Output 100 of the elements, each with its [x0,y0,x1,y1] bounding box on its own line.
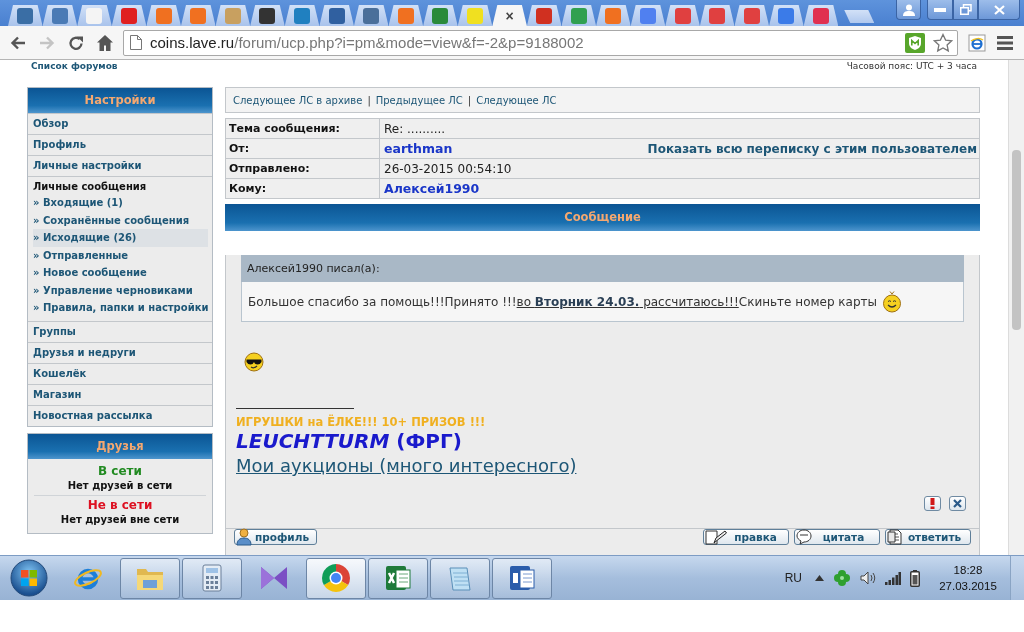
smiley-icon [881,290,904,313]
document-icon [887,529,903,545]
address-text: coins.lave.ru/forum/ucp.php?i=pm&mode=view&f=-2&p=9188002 [150,34,585,51]
taskbar-app-button[interactable] [120,557,180,599]
bookmark-star-button[interactable] [933,32,953,53]
shield-icon [905,32,925,53]
panel-header: Друзья [28,433,212,459]
user-icon [902,3,915,16]
address-bar[interactable]: coins.lave.ru/forum/ucp.php?i=pm&mode=view&f=-2&p=9188002 [123,29,958,56]
menu-icon [997,35,1013,50]
close-button[interactable] [978,0,1020,20]
profile-button[interactable]: профиль [234,529,317,545]
quote-link[interactable]: во Вторник 24.03. рассчитаюсь!!! [516,294,739,309]
cross-icon [953,499,962,508]
taskbar-app-button[interactable] [306,557,366,599]
nav-link[interactable]: Предыдущее ЛС [375,94,463,106]
sidebar-subitem[interactable]: » Правила, папки и настройки [33,299,208,317]
taskbar-app-button[interactable] [492,557,552,599]
caret-up-icon [815,575,824,581]
sidebar-item[interactable]: Друзья и недруги [28,341,212,363]
taskbar-app-button[interactable] [368,557,428,599]
edit-button[interactable]: правка [703,529,789,545]
minimize-icon [934,7,946,12]
header-value: 26-03-2015 00:54:10 [384,161,512,176]
speaker-icon [860,571,876,585]
quote-button[interactable]: цитата [794,529,880,545]
brand-text: LEUCHTTURM (ФРГ) [236,429,463,453]
sidebar-subitem[interactable]: » Входящие (1) [33,194,208,212]
quote-author: Алексей1990 писал(а): [241,255,964,282]
language-indicator[interactable]: RU [784,571,802,585]
promo-text: ИГРУШКИ на ЁЛКЕ!!! 10+ ПРИЗОВ !!! [236,415,487,429]
auctions-link[interactable]: Мои аукционы (много интересного) [236,453,577,479]
taskbar-app-button[interactable] [430,557,490,599]
friends-note: Нет друзей в сети [66,478,174,493]
friends-note: Нет друзей вне сети [59,512,181,527]
scrollbar[interactable] [1008,60,1024,555]
signal-icon [885,571,901,585]
star-icon [933,32,953,53]
globe-e-icon [968,33,986,52]
header-label: Тема сообщения: [226,119,380,138]
pencil-icon [705,529,727,545]
sidebar-item[interactable]: Обзор [28,113,212,134]
sidebar-item[interactable]: Профиль [28,134,212,155]
header-value: Re: .......... [384,121,446,136]
sidebar-subitem[interactable]: » Отправленные [33,246,208,264]
friends-status: Не в сети [86,496,154,513]
browser-tab[interactable] [319,5,354,26]
restore-icon [959,4,972,15]
forum-list-link[interactable]: Список форумов [31,60,118,72]
header-label: Отправлено: [226,159,380,178]
show-desktop-button[interactable] [1010,556,1024,600]
windows-orb-icon [10,559,48,597]
quote-text: Большое спасибо за помощь!!!Принято !!!во Вторник 24.03. рассчитаюсь!!!Скиньте номер карты [248,294,878,309]
sidebar-subitem[interactable]: » Управление черновиками [33,281,208,299]
browser-tab[interactable] [250,5,285,26]
sidebar-section-title[interactable]: Личные сообщения [33,180,208,194]
reply-button[interactable]: ответить [885,529,971,545]
sidebar-item[interactable]: Кошелёк [28,362,212,384]
page-icon [130,35,142,50]
nav-link[interactable]: Следующее ЛС в архиве [233,94,363,106]
sidebar-subitem[interactable]: » Сохранённые сообщения [33,211,208,229]
username-link[interactable]: Алексей1990 [384,181,480,196]
new-tab-button[interactable] [844,10,875,23]
sunglasses-smiley-icon [244,352,264,372]
friends-status: В сети [97,462,143,479]
sidebar-subitem[interactable]: » Новое сообщение [33,264,208,282]
header-label: От: [226,139,380,158]
separator-text: | [467,94,472,106]
minimize-button[interactable] [927,0,953,20]
scrollbar-thumb[interactable] [1012,150,1021,330]
clock-time[interactable]: 18:28 [953,562,983,578]
sidebar-item[interactable]: Новостная рассылка [28,404,212,426]
report-button[interactable] [924,496,941,511]
message-title-bar: Сообщение [225,204,980,231]
panel-header: Настройки [28,88,212,113]
document-icon [507,563,537,593]
tab-close-button[interactable]: × [505,8,514,23]
header-label: Кому: [226,179,380,198]
show-conversation-link[interactable]: Показать всю переписку с этим пользователем [647,141,977,156]
taskbar-app-button[interactable] [182,557,242,599]
timezone-text: Часовой пояс: UTC + 3 часа [846,60,977,72]
restore-button[interactable] [953,0,978,20]
sidebar-item[interactable]: Личные настройки [28,155,212,176]
profile-button[interactable] [896,0,921,20]
show-hidden-icons-button[interactable] [815,575,824,581]
username-link[interactable]: earthman [384,141,453,156]
clock-date[interactable]: 27.03.2015 [939,578,997,594]
close-icon [993,4,1005,15]
nav-link[interactable]: Следующее ЛС [476,94,557,106]
spreadsheet-icon [383,563,413,593]
sidebar-subitem[interactable]: » Исходящие (26) [33,229,208,247]
separator-text: | [367,94,371,106]
speech-bubble-icon [796,529,812,545]
delete-button[interactable] [949,496,966,511]
sidebar-item[interactable]: Магазин [28,383,212,405]
exclamation-icon [930,498,935,509]
home-icon [95,34,114,51]
person-icon [236,528,252,546]
sidebar-item[interactable]: Группы [28,320,212,342]
browser-tab[interactable]: × [492,5,527,26]
